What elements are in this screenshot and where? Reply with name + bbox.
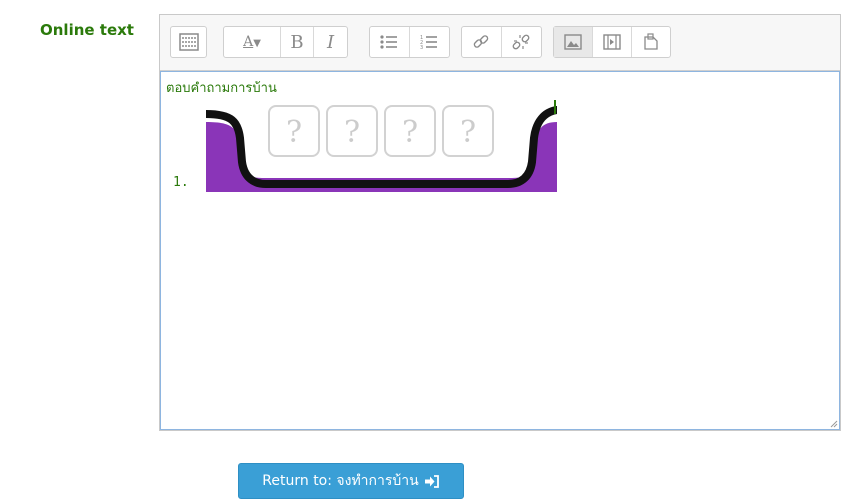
bold-icon: B bbox=[290, 31, 304, 53]
toolbar-group-media bbox=[553, 26, 671, 58]
sign-in-icon bbox=[424, 474, 439, 488]
svg-text:?: ? bbox=[460, 115, 476, 150]
media-button[interactable] bbox=[593, 27, 632, 57]
image-icon bbox=[564, 34, 582, 50]
link-icon bbox=[473, 35, 489, 48]
bullet-list-icon bbox=[380, 35, 398, 49]
numbered-list-icon: 1 2 3 bbox=[420, 35, 438, 50]
svg-text:?: ? bbox=[286, 115, 302, 150]
toolbar-group-toggle bbox=[170, 26, 207, 58]
embedded-image[interactable]: ? ? ? ? bbox=[206, 100, 557, 192]
unlink-icon bbox=[512, 34, 530, 50]
field-label: Online text bbox=[40, 21, 134, 39]
toolbar-group-text: A▼ B I bbox=[223, 26, 348, 58]
media-icon bbox=[603, 34, 621, 50]
answer-text: ตอบคำถามการบ้าน bbox=[166, 81, 277, 96]
editor-toolbar: A▼ B I 1 2 3 bbox=[160, 15, 840, 71]
toolbar-group-links bbox=[461, 26, 542, 58]
manage-files-icon bbox=[644, 33, 658, 50]
toolbar-group-lists: 1 2 3 bbox=[369, 26, 450, 58]
rich-text-editor: A▼ B I 1 2 3 ตอบคำถามการบ้าน 1. ? ? ? ? bbox=[159, 14, 841, 431]
toolbar-toggle-icon bbox=[178, 33, 199, 51]
font-style-button[interactable]: A▼ bbox=[224, 27, 281, 57]
resize-handle-icon[interactable] bbox=[829, 419, 838, 428]
unlink-button[interactable] bbox=[502, 27, 542, 57]
return-button-label: Return to: จงทำการบ้าน bbox=[262, 473, 419, 489]
image-button[interactable] bbox=[554, 27, 593, 57]
italic-icon: I bbox=[326, 31, 335, 53]
font-style-icon: A▼ bbox=[243, 34, 261, 50]
bold-button[interactable]: B bbox=[281, 27, 314, 57]
return-button[interactable]: Return to: จงทำการบ้าน bbox=[238, 463, 464, 499]
manage-files-button[interactable] bbox=[632, 27, 670, 57]
link-button[interactable] bbox=[462, 27, 502, 57]
italic-button[interactable]: I bbox=[314, 27, 347, 57]
list-number: 1. bbox=[173, 175, 189, 190]
toolbar-toggle-button[interactable] bbox=[171, 27, 206, 57]
svg-text:?: ? bbox=[344, 115, 360, 150]
font-style-label: A bbox=[243, 34, 254, 50]
svg-text:?: ? bbox=[402, 115, 418, 150]
numbered-list-button[interactable]: 1 2 3 bbox=[410, 27, 450, 57]
editor-content-area[interactable]: ตอบคำถามการบ้าน 1. ? ? ? ? bbox=[160, 71, 840, 430]
svg-text:3: 3 bbox=[420, 45, 423, 50]
bullet-list-button[interactable] bbox=[370, 27, 410, 57]
